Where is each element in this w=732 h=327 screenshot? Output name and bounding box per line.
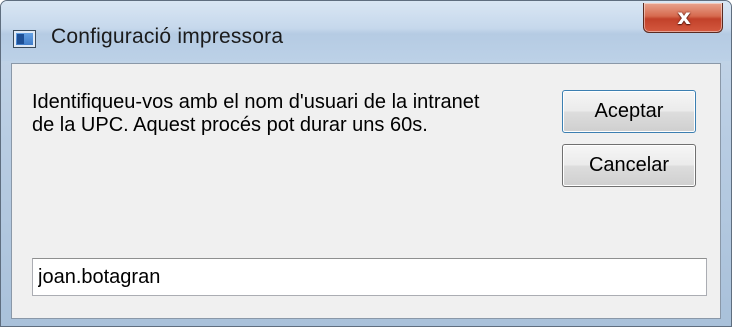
username-input[interactable] [32,258,707,296]
dialog-window: Configuració impressora x Identifiqueu-v… [0,0,732,327]
instruction-line-2: de la UPC. Aquest procés pot durar uns 6… [32,114,428,136]
window-title: Configuració impressora [51,25,284,48]
close-button[interactable]: x [643,3,723,33]
close-icon: x [677,5,691,29]
app-window-icon [13,30,36,48]
cancel-button[interactable]: Cancelar [562,144,696,187]
instruction-line-1: Identifiqueu-vos amb el nom d'usuari de … [32,91,480,113]
dialog-body: Identifiqueu-vos amb el nom d'usuari de … [11,63,721,319]
instruction-message: Identifiqueu-vos amb el nom d'usuari de … [32,91,532,137]
accept-button[interactable]: Aceptar [562,90,696,133]
title-bar[interactable]: Configuració impressora x [1,1,731,61]
